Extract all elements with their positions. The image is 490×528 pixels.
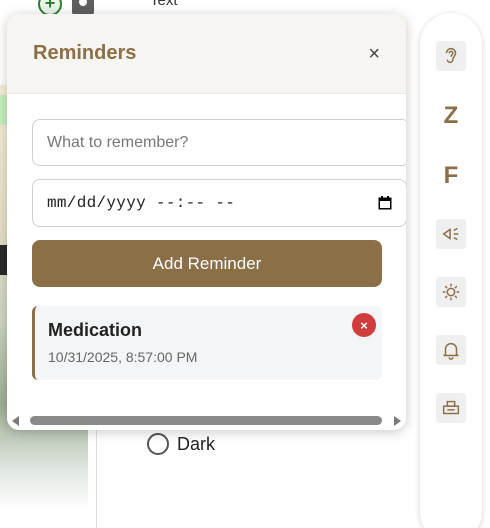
reminder-item: Medication 10/31/2025, 8:57:00 PM × [32, 306, 382, 380]
reminder-title: Medication [48, 320, 143, 340]
datetime-value: mm/dd/yyyy --:-- -- [47, 194, 236, 212]
bell-icon [443, 342, 459, 360]
theme-option-dark[interactable]: Dark [147, 433, 215, 455]
background-divider [96, 430, 97, 528]
zoom-label: Z [443, 102, 459, 129]
bell-button[interactable] [436, 335, 466, 365]
ear-button[interactable] [436, 41, 466, 71]
delete-reminder-button[interactable]: × [352, 313, 376, 337]
speaker-button[interactable] [436, 219, 466, 249]
add-reminder-button[interactable]: Add Reminder [32, 240, 382, 287]
scroll-right-arrow-icon[interactable] [394, 416, 401, 426]
print-button[interactable] [436, 393, 466, 423]
reminder-datetime-input[interactable]: mm/dd/yyyy --:-- -- [32, 179, 406, 227]
background-text-label: Text [150, 0, 178, 9]
horizontal-scrollbar[interactable] [7, 413, 406, 429]
sun-icon [442, 283, 460, 301]
reminders-header: Reminders × [7, 14, 406, 94]
sun-button[interactable] [436, 277, 466, 307]
scrollbar-thumb[interactable] [30, 416, 382, 425]
theme-radio-dark[interactable] [147, 433, 169, 455]
calendar-icon[interactable] [378, 196, 392, 210]
scroll-left-arrow-icon[interactable] [12, 416, 19, 426]
theme-radio-label: Dark [177, 433, 216, 454]
panel-title: Reminders [33, 42, 137, 64]
speaker-icon [442, 227, 459, 241]
close-button[interactable]: × [368, 44, 380, 64]
font-button[interactable]: F [436, 161, 466, 191]
font-label: F [443, 162, 459, 189]
zoom-button[interactable]: Z [436, 101, 466, 131]
ear-icon [445, 48, 457, 64]
reminder-text-input[interactable] [32, 119, 406, 166]
reminder-datetime: 10/31/2025, 8:57:00 PM [48, 349, 198, 365]
accessibility-rail: Z F [420, 13, 482, 528]
reminders-panel: Reminders × mm/dd/yyyy --:-- -- Add Remi… [7, 14, 406, 430]
contact-icon[interactable] [72, 0, 94, 15]
print-icon [442, 400, 460, 415]
